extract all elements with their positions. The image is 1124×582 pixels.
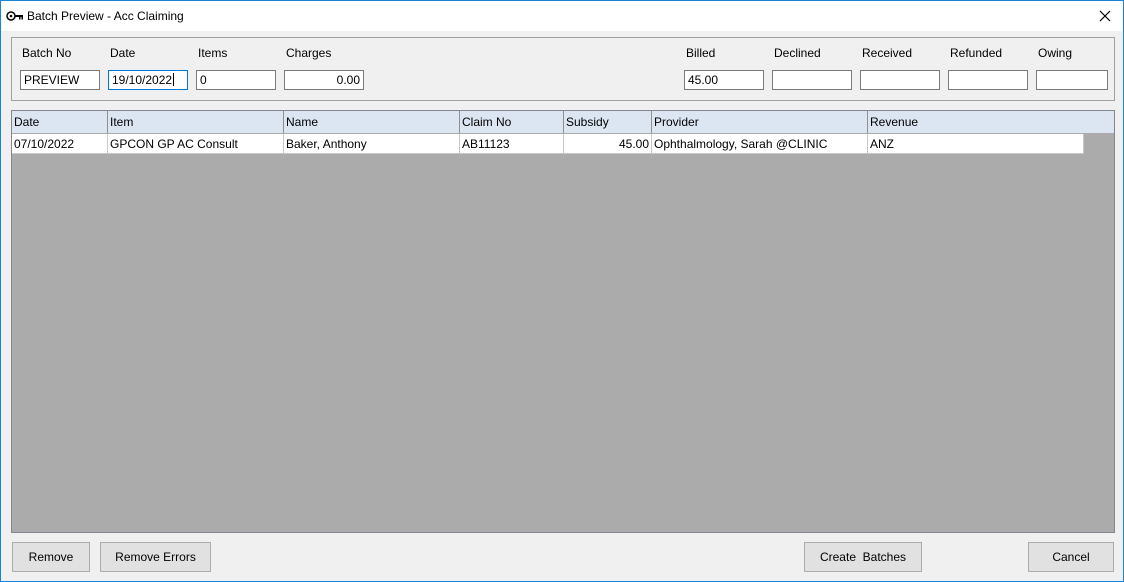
window-title: Batch Preview - Acc Claiming	[27, 9, 184, 23]
owing-label: Owing	[1038, 46, 1073, 60]
remove-button[interactable]: Remove	[12, 542, 90, 572]
date-field-value: 19/10/2022	[112, 73, 173, 87]
title-bar: Batch Preview - Acc Claiming	[1, 1, 1123, 31]
grid-header: Date Item Name Claim No Subsidy Provider…	[12, 111, 1114, 133]
date-label: Date	[110, 46, 136, 60]
close-button[interactable]	[1087, 1, 1123, 31]
column-header-item[interactable]: Item	[108, 111, 284, 133]
cell-subsidy[interactable]: 45.00	[564, 134, 652, 154]
cell-revenue[interactable]: ANZ	[868, 134, 1084, 154]
cell-date[interactable]: 07/10/2022	[12, 134, 108, 154]
create-batches-button[interactable]: Create Batches	[804, 542, 922, 572]
date-field[interactable]: 19/10/2022	[108, 70, 188, 90]
column-header-claim-no[interactable]: Claim No	[460, 111, 564, 133]
billed-field[interactable]: 45.00	[684, 70, 764, 90]
billed-label: Billed	[686, 46, 716, 60]
received-label: Received	[862, 46, 913, 60]
refunded-field[interactable]	[948, 70, 1028, 90]
key-icon	[6, 9, 24, 23]
batch-no-label: Batch No	[22, 46, 72, 60]
column-header-subsidy[interactable]: Subsidy	[564, 111, 652, 133]
close-icon	[1099, 10, 1111, 22]
column-header-provider[interactable]: Provider	[652, 111, 868, 133]
batch-preview-window: Batch Preview - Acc Claiming Batch No PR…	[0, 0, 1124, 582]
cell-claim-no[interactable]: AB11123	[460, 134, 564, 154]
owing-field[interactable]	[1036, 70, 1108, 90]
cell-provider[interactable]: Ophthalmology, Sarah @CLINIC	[652, 134, 868, 154]
declined-field[interactable]	[772, 70, 852, 90]
batch-no-field[interactable]: PREVIEW	[20, 70, 100, 90]
column-header-date[interactable]: Date	[12, 111, 108, 133]
remove-errors-button[interactable]: Remove Errors	[100, 542, 211, 572]
charges-label: Charges	[286, 46, 332, 60]
cancel-button[interactable]: Cancel	[1028, 542, 1114, 572]
charges-field[interactable]: 0.00	[284, 70, 364, 90]
refunded-label: Refunded	[950, 46, 1003, 60]
cell-item[interactable]: GPCON GP AC Consult	[108, 134, 284, 154]
column-header-name[interactable]: Name	[284, 111, 460, 133]
received-field[interactable]	[860, 70, 940, 90]
cell-name[interactable]: Baker, Anthony	[284, 134, 460, 154]
text-caret	[173, 73, 175, 86]
items-label: Items	[198, 46, 228, 60]
declined-label: Declined	[774, 46, 821, 60]
claims-grid[interactable]: Date Item Name Claim No Subsidy Provider…	[11, 110, 1115, 533]
column-header-revenue[interactable]: Revenue	[868, 111, 1114, 133]
batch-summary-panel: Batch No PREVIEW Date 19/10/2022 Items 0…	[11, 37, 1115, 101]
items-field[interactable]: 0	[196, 70, 276, 90]
